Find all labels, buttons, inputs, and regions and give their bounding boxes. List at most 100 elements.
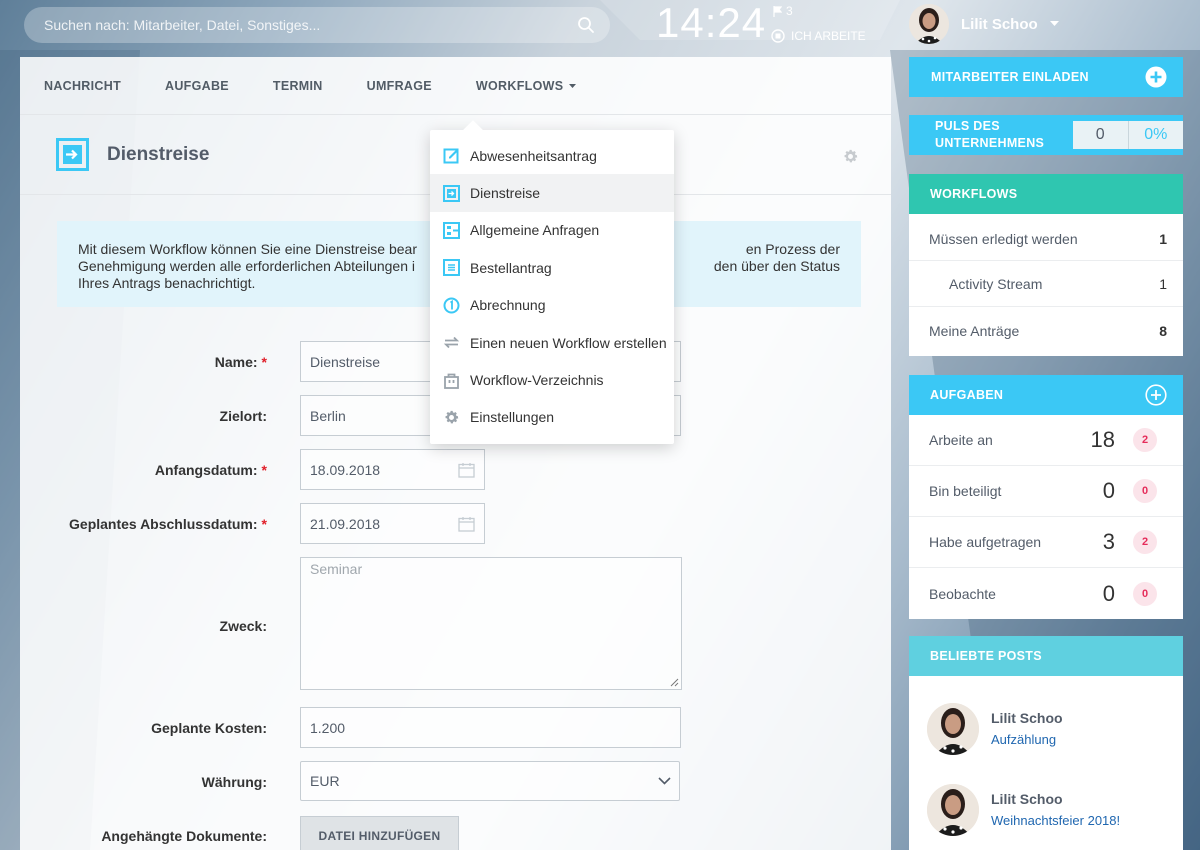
gear-icon — [844, 149, 858, 163]
info-text-1a: Mit diesem Workflow können Sie eine Dien… — [78, 241, 418, 257]
tab-nachricht[interactable]: NACHRICHT — [44, 79, 121, 93]
start-date-label: Anfangsdatum: * — [155, 462, 267, 478]
task-row-involved[interactable]: Bin beteiligt 0 0 — [909, 466, 1183, 517]
chevron-down-icon — [1049, 21, 1059, 26]
avatar — [927, 783, 979, 836]
clock: 14:24 — [656, 0, 767, 46]
end-date-label: Geplantes Abschlussdatum: * — [69, 516, 267, 532]
zweck-textarea[interactable]: Seminar — [300, 557, 682, 690]
search-bar[interactable] — [24, 7, 610, 43]
kosten-field[interactable]: 1.200 — [300, 707, 681, 748]
add-file-button[interactable]: DATEI HINZUFÜGEN — [300, 816, 459, 850]
search-icon[interactable] — [576, 15, 596, 35]
zweck-value: Seminar — [310, 561, 363, 577]
name-label: Name: * — [215, 354, 267, 370]
tab-workflows-label: WORKFLOWS — [475, 78, 564, 93]
flag-count: 3 — [786, 4, 793, 18]
invite-employees-button[interactable]: MITARBEITER EINLADEN — [909, 57, 1183, 97]
name-label-text: Name: — [214, 354, 258, 370]
task-row-label: Arbeite an — [929, 432, 993, 448]
wf-row-todo[interactable]: Müssen erledigt werden 1 — [909, 218, 1183, 261]
user-menu[interactable]: Lilit Schoo — [909, 4, 1059, 44]
company-pulse[interactable]: PULS DES UNTERNEHMENS 0 0% — [909, 115, 1183, 155]
wf-row-my-requests[interactable]: Meine Anträge 8 — [909, 307, 1183, 355]
search-input[interactable] — [44, 17, 576, 33]
add-task-icon[interactable] — [1145, 384, 1167, 406]
workflows-card: WORKFLOWS Müssen erledigt werden 1 Activ… — [909, 174, 1183, 356]
required-mark: * — [261, 462, 267, 478]
zielort-label: Zielort: — [219, 408, 267, 424]
tab-workflows[interactable]: WORKFLOWS — [475, 78, 577, 93]
wf-row-activity-stream[interactable]: Activity Stream 1 — [909, 261, 1183, 307]
kosten-label: Geplante Kosten: — [151, 720, 267, 736]
popular-posts-card: BELIEBTE POSTS Lilit Schoo Aufzählung Li… — [909, 636, 1183, 850]
dd-item-dienstreise[interactable]: Dienstreise — [430, 174, 674, 212]
dd-item-abwesenheitsantrag[interactable]: Abwesenheitsantrag — [430, 137, 674, 174]
start-date-field[interactable]: 18.09.2018 — [300, 449, 485, 490]
post-author: Lilit Schoo — [991, 710, 1063, 726]
dd-label: Allgemeine Anfragen — [470, 222, 600, 239]
wf-row-label: Müssen erledigt werden — [929, 231, 1078, 247]
pulse-label: PULS DES UNTERNEHMENS — [935, 118, 1085, 152]
workflows-card-header[interactable]: WORKFLOWS — [909, 174, 1183, 214]
task-row-assigned[interactable]: Habe aufgetragen 3 2 — [909, 517, 1183, 568]
post-author: Lilit Schoo — [991, 791, 1063, 807]
post-link[interactable]: Aufzählung — [991, 732, 1063, 747]
pulse-value: 0 — [1073, 121, 1129, 149]
post-link[interactable]: Weihnachtsfeier 2018! — [991, 813, 1120, 828]
post-item[interactable]: Lilit Schoo Weihnachtsfeier 2018! — [909, 769, 1183, 850]
zweck-label: Zweck: — [219, 618, 267, 634]
end-date-value: 21.09.2018 — [310, 515, 381, 532]
dd-item-einstellungen[interactable]: Einstellungen — [430, 399, 674, 436]
waehrung-label: Währung: — [201, 774, 267, 790]
work-status-button[interactable]: ICH ARBEITE — [771, 29, 866, 43]
dd-item-neuer-workflow[interactable]: Einen neuen Workflow erstellen — [430, 324, 674, 361]
task-row-watching[interactable]: Beobachte 0 0 — [909, 568, 1183, 619]
order-icon — [442, 259, 460, 277]
waehrung-value: EUR — [310, 773, 340, 789]
task-row-label: Bin beteiligt — [929, 483, 1002, 499]
end-date-label-text: Geplantes Abschlussdatum: — [69, 516, 258, 532]
dd-item-workflow-verzeichnis[interactable]: Workflow-Verzeichnis — [430, 361, 674, 398]
task-count: 3 — [1102, 529, 1115, 554]
calendar-icon[interactable] — [458, 516, 475, 532]
settings-gear-button[interactable] — [842, 148, 859, 168]
dd-item-allgemeine-anfragen[interactable]: Allgemeine Anfragen — [430, 212, 674, 249]
required-mark: * — [261, 354, 267, 370]
work-status-label: ICH ARBEITE — [791, 29, 866, 43]
dd-label: Dienstreise — [470, 185, 541, 202]
dd-label: Abwesenheitsantrag — [470, 147, 597, 164]
chevron-down-icon — [658, 777, 671, 785]
feed-tabs: NACHRICHT AUFGABE TERMIN UMFRAGE WORKFLO… — [20, 57, 891, 115]
arrow-box-icon — [56, 138, 89, 171]
tasks-card-header[interactable]: AUFGABEN — [909, 375, 1183, 415]
post-item[interactable]: Lilit Schoo Aufzählung — [909, 688, 1183, 769]
dd-label: Workflow-Verzeichnis — [470, 372, 604, 389]
flag-counter[interactable]: 3 — [773, 4, 793, 18]
end-date-field[interactable]: 21.09.2018 — [300, 503, 485, 544]
task-row-label: Beobachte — [929, 585, 996, 602]
wf-row-count: 1 — [1159, 275, 1167, 292]
tasks-card-title: AUFGABEN — [930, 388, 1004, 402]
wf-row-count: 1 — [1159, 231, 1167, 247]
task-row-working[interactable]: Arbeite an 18 2 — [909, 415, 1183, 466]
task-count: 0 — [1102, 580, 1115, 606]
dd-label: Einstellungen — [470, 409, 555, 426]
calendar-icon[interactable] — [458, 462, 475, 478]
task-count: 0 — [1102, 478, 1115, 503]
tasks-card: AUFGABEN Arbeite an 18 2 Bin beteiligt 0… — [909, 375, 1183, 619]
dd-item-abrechnung[interactable]: Abrechnung — [430, 287, 674, 324]
tab-termin[interactable]: TERMIN — [273, 79, 323, 93]
waehrung-select[interactable]: EUR — [300, 761, 680, 801]
dd-item-bestellantrag[interactable]: Bestellantrag — [430, 249, 674, 286]
refresh-icon — [442, 334, 460, 352]
posts-card-header[interactable]: BELIEBTE POSTS — [909, 636, 1183, 676]
tab-aufgabe[interactable]: AUFGABE — [165, 79, 229, 93]
name-value: Dienstreise — [310, 353, 381, 370]
task-row-label: Habe aufgetragen — [929, 534, 1042, 550]
resize-handle-icon[interactable] — [670, 678, 679, 687]
tab-umfrage[interactable]: UMFRAGE — [367, 79, 432, 93]
docs-label: Angehängte Dokumente: — [101, 828, 267, 844]
workflows-card-title: WORKFLOWS — [930, 187, 1018, 201]
request-icon — [442, 221, 460, 239]
